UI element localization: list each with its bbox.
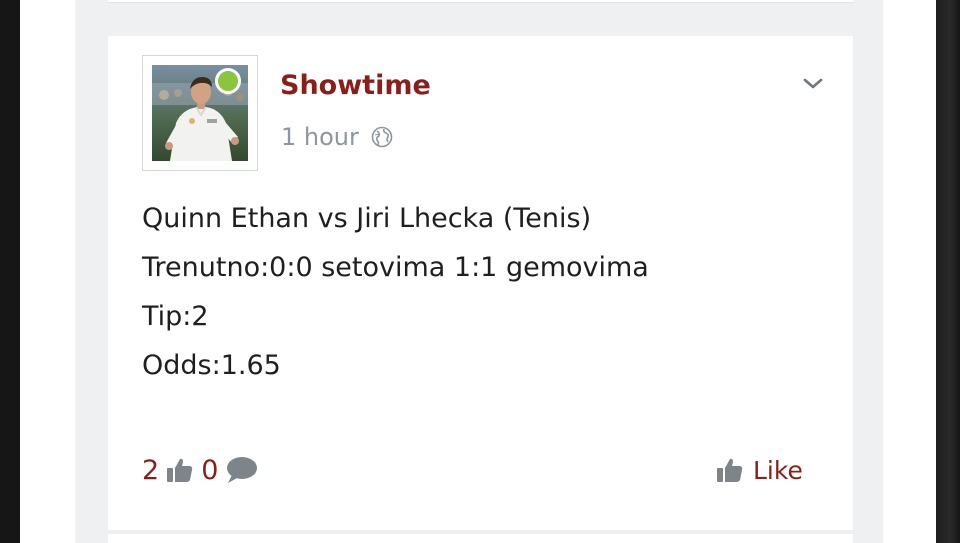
chevron-down-icon[interactable] — [802, 76, 824, 92]
comments-count[interactable]: 0 — [201, 455, 218, 486]
previous-post-card — [108, 0, 853, 3]
post-line-match: Quinn Ethan vs Jiri Lhecka (Tenis) — [142, 203, 592, 234]
thumbs-up-icon — [167, 458, 193, 482]
right-backdrop — [936, 0, 960, 543]
online-status-indicator — [215, 68, 241, 94]
post-body: Quinn Ethan vs Jiri Lhecka (Tenis) Trenu… — [142, 194, 649, 390]
post-stats: 2 0 — [142, 450, 258, 490]
author-avatar-frame[interactable] — [142, 55, 258, 171]
comment-bubble-icon — [227, 457, 258, 483]
post-line-odds: Odds:1.65 — [142, 350, 281, 381]
like-button-label: Like — [753, 455, 803, 485]
post-meta: 1 hour — [281, 122, 393, 152]
page: Showtime 1 hour Quinn Ethan vs Jiri Lhec… — [20, 0, 936, 543]
post-card: Showtime 1 hour Quinn Ethan vs Jiri Lhec… — [108, 36, 853, 530]
post-line-score: Trenutno:0:0 setovima 1:1 gemovima — [142, 252, 649, 283]
feed-column: Showtime 1 hour Quinn Ethan vs Jiri Lhec… — [75, 0, 883, 543]
next-post-card — [108, 534, 853, 543]
globe-icon — [371, 126, 393, 148]
left-backdrop — [0, 0, 20, 543]
thumbs-up-icon — [717, 458, 743, 482]
post-line-tip: Tip:2 — [142, 301, 209, 332]
author-name[interactable]: Showtime — [280, 70, 431, 101]
post-timestamp[interactable]: 1 hour — [281, 123, 359, 151]
like-button[interactable]: Like — [715, 450, 803, 490]
likes-count[interactable]: 2 — [142, 455, 159, 486]
